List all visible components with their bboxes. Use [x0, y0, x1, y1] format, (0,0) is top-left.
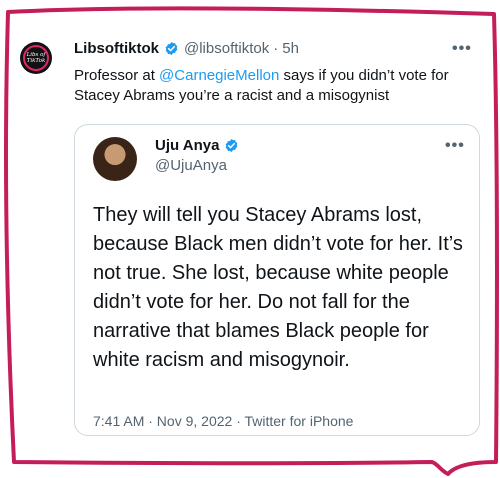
verified-badge-icon [226, 138, 238, 153]
author-name[interactable]: Libsoftiktok [74, 40, 159, 57]
verified-badge-icon [165, 41, 178, 56]
tweet-time[interactable]: 5h [282, 40, 299, 57]
quoted-author-handle[interactable]: @UjuAnya [155, 157, 227, 174]
quoted-tweet-meta[interactable]: 7:41 AM · Nov 9, 2022 · Twitter for iPho… [93, 413, 353, 429]
more-options-icon[interactable]: ••• [452, 40, 472, 58]
quoted-tweet-card[interactable]: Uju Anya @UjuAnya ••• They will tell you… [74, 124, 480, 436]
quoted-tweet-text: They will tell you Stacey Abrams lost, b… [93, 204, 463, 371]
quoted-author: Uju Anya [155, 137, 244, 154]
mention-link[interactable]: @CarnegieMellon [159, 67, 279, 84]
tweet-text: Professor at @CarnegieMellon says if you… [74, 67, 449, 104]
tweet-header: Libsoftiktok @libsoftiktok · 5h [74, 40, 299, 57]
libsoftiktok-avatar[interactable]: Libs of TikTok [20, 42, 52, 74]
uju-anya-avatar[interactable] [93, 137, 137, 181]
quoted-author-name[interactable]: Uju Anya [155, 137, 219, 154]
more-options-icon[interactable]: ••• [445, 137, 465, 155]
separator: · [273, 40, 279, 57]
author-handle[interactable]: @libsoftiktok [184, 40, 269, 57]
